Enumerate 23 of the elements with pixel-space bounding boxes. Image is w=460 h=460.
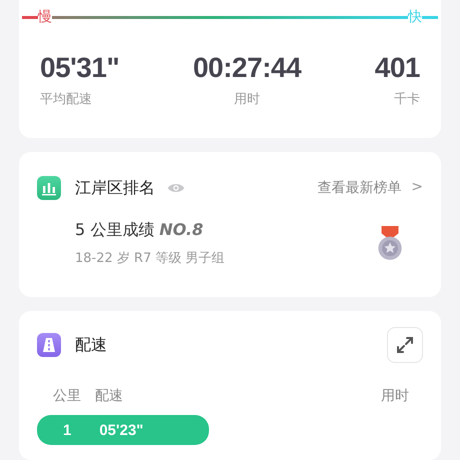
pace-title: 配速 bbox=[75, 334, 107, 356]
stat-label: 平均配速 bbox=[40, 91, 93, 108]
stat-label: 千卡 bbox=[394, 91, 420, 108]
road-icon bbox=[37, 333, 61, 357]
leaderboard-link[interactable]: 查看最新榜单 > bbox=[317, 179, 423, 197]
kilometer-number: 1 bbox=[63, 422, 72, 438]
expand-button[interactable] bbox=[387, 327, 423, 363]
ranking-details: 18-22 岁 R7 等级 男子组 bbox=[75, 250, 225, 267]
ranking-result: 5 公里成绩 NO.8 bbox=[75, 220, 204, 241]
fast-label: 快 bbox=[408, 8, 422, 26]
slow-label: 慢 bbox=[38, 8, 52, 26]
stat-label: 用时 bbox=[234, 91, 260, 108]
pace-value: 05'23" bbox=[99, 422, 144, 438]
bar-chart-icon bbox=[37, 176, 61, 200]
stat-value: 00:27:44 bbox=[192, 52, 302, 84]
stat-value: 05'31" bbox=[40, 52, 120, 84]
column-header: 用时 bbox=[381, 387, 409, 405]
medal-icon bbox=[377, 226, 403, 262]
ranking-title: 江岸区排名 bbox=[75, 178, 155, 198]
expand-icon bbox=[395, 335, 415, 355]
column-header: 配速 bbox=[95, 387, 123, 405]
column-header: 公里 bbox=[53, 387, 81, 405]
stat-value: 401 bbox=[374, 52, 420, 84]
